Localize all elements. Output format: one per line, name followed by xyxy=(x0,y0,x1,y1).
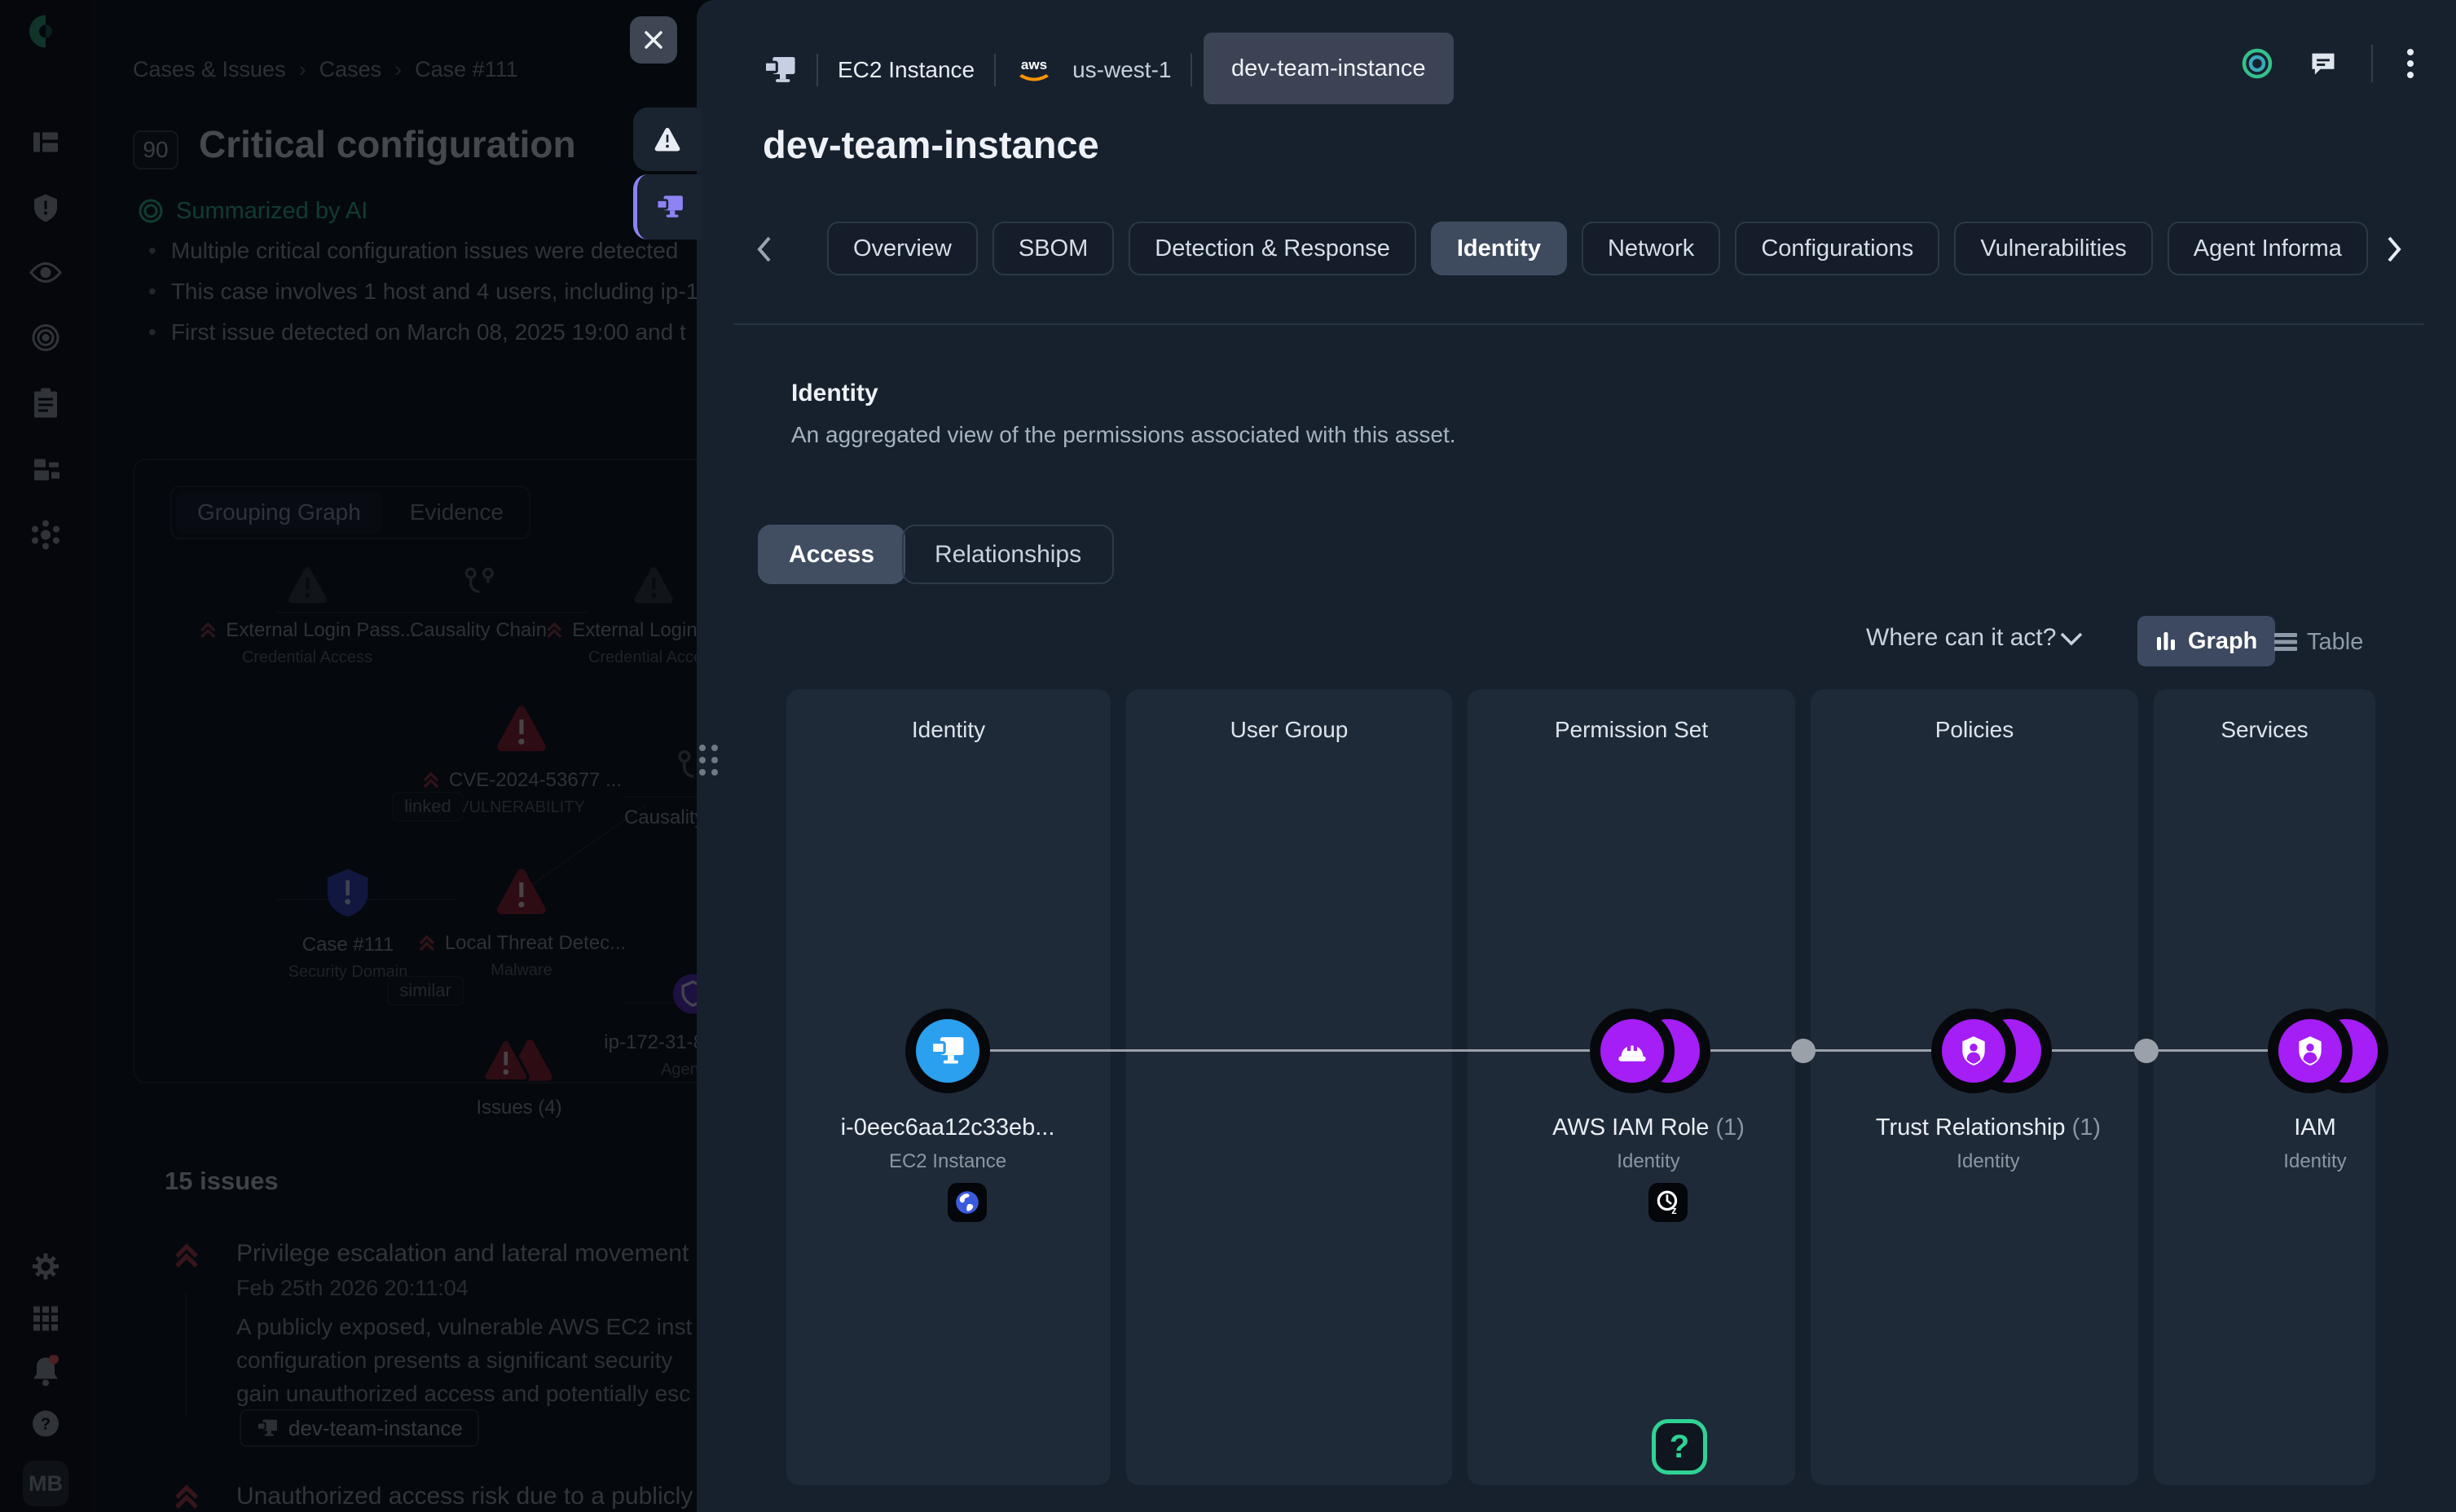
asset-type-label: EC2 Instance xyxy=(838,57,975,83)
table-view-button[interactable]: Table xyxy=(2274,619,2363,665)
alerts-edge-tab[interactable] xyxy=(633,108,702,171)
region-label: us-west-1 xyxy=(1072,57,1171,83)
internet-facing-badge[interactable] xyxy=(948,1183,987,1222)
node-trust-relationship[interactable] xyxy=(1931,1009,2052,1093)
divider xyxy=(1191,54,1192,86)
asset-title: dev-team-instance xyxy=(763,122,1099,167)
node-sublabel-iam: Identity xyxy=(2283,1150,2346,1173)
tab-detection-response[interactable]: Detection & Response xyxy=(1129,222,1416,275)
graph-connector-dot xyxy=(2134,1039,2159,1063)
close-icon xyxy=(643,29,664,51)
ai-rings-icon[interactable] xyxy=(2239,46,2275,81)
monitor-icon xyxy=(655,194,684,220)
where-can-it-act-dropdown[interactable]: Where can it act? xyxy=(1866,624,2056,652)
tabs-scroll-right-icon[interactable] xyxy=(2385,235,2403,264)
monitor-icon xyxy=(930,1035,966,1067)
svg-text:z: z xyxy=(1671,1204,1676,1216)
chevron-down-icon[interactable] xyxy=(2059,631,2084,646)
drawer-tabs: Overview SBOM Detection & Response Ident… xyxy=(827,222,2375,280)
kebab-menu-icon[interactable] xyxy=(2405,47,2415,80)
tab-network[interactable]: Network xyxy=(1582,222,1720,275)
drawer-resize-handle[interactable] xyxy=(699,745,718,776)
node-aws-iam-role[interactable] xyxy=(1590,1009,1710,1093)
close-drawer-button[interactable] xyxy=(630,16,677,64)
help-button[interactable]: ? xyxy=(1652,1419,1707,1475)
tabs-scroll-left-icon[interactable] xyxy=(755,235,773,264)
tab-identity[interactable]: Identity xyxy=(1431,222,1567,275)
tab-overview[interactable]: Overview xyxy=(827,222,978,275)
table-list-icon xyxy=(2274,632,2297,652)
node-sublabel-trust-relationship: Identity xyxy=(1956,1150,2019,1173)
svg-text:aws: aws xyxy=(1021,57,1047,73)
asset-name-tooltip: dev-team-instance xyxy=(1204,33,1454,104)
node-label-iam[interactable]: IAM xyxy=(2294,1114,2336,1141)
clock-snooze-icon: z xyxy=(1654,1189,1682,1216)
hard-hat-icon xyxy=(1616,1037,1648,1065)
chat-icon[interactable] xyxy=(2308,49,2339,78)
node-sublabel-ec2: EC2 Instance xyxy=(889,1150,1006,1173)
shield-person-icon xyxy=(2295,1035,2326,1067)
divider xyxy=(816,54,818,86)
relationships-toggle[interactable]: Relationships xyxy=(902,525,1114,584)
globe-icon xyxy=(953,1189,981,1216)
drawer-header-actions xyxy=(2239,45,2415,82)
node-iam[interactable] xyxy=(2268,1009,2388,1093)
node-sublabel-iam-role: Identity xyxy=(1617,1150,1679,1173)
tab-configurations[interactable]: Configurations xyxy=(1735,222,1939,275)
aws-logo: aws xyxy=(1015,56,1053,84)
node-label-trust-relationship[interactable]: Trust Relationship (1) xyxy=(1876,1114,2101,1141)
divider xyxy=(2371,45,2373,82)
divider xyxy=(733,323,2424,325)
app-root: ? MB Cases & Issues › Cases › Case #111 … xyxy=(0,0,2456,1512)
access-toggle[interactable]: Access xyxy=(758,525,905,584)
identity-section-title: Identity xyxy=(791,380,878,407)
divider xyxy=(994,54,996,86)
temporary-credentials-badge[interactable]: z xyxy=(1648,1183,1688,1222)
graph-view-button[interactable]: Graph xyxy=(2137,616,2275,666)
node-label-iam-role[interactable]: AWS IAM Role (1) xyxy=(1552,1114,1745,1141)
node-ec2-instance[interactable] xyxy=(905,1009,990,1093)
tab-sbom[interactable]: SBOM xyxy=(993,222,1114,275)
node-label-ec2[interactable]: i-0eec6aa12c33eb... xyxy=(841,1114,1055,1141)
bar-chart-icon xyxy=(2155,631,2177,652)
graph-connector-dot xyxy=(1791,1039,1816,1063)
shield-person-icon xyxy=(1958,1035,1989,1067)
asset-drawer: EC2 Instance aws us-west-1 343059098 dev… xyxy=(697,0,2456,1512)
tab-vulnerabilities[interactable]: Vulnerabilities xyxy=(1954,222,2152,275)
tab-agent-information[interactable]: Agent Informa xyxy=(2168,222,2368,275)
column-user-group: User Group xyxy=(1126,689,1452,1485)
monitor-icon xyxy=(763,55,797,86)
asset-edge-tab-active[interactable] xyxy=(633,174,702,240)
warning-triangle-icon xyxy=(654,127,681,152)
identity-section-description: An aggregated view of the permissions as… xyxy=(791,422,1456,448)
